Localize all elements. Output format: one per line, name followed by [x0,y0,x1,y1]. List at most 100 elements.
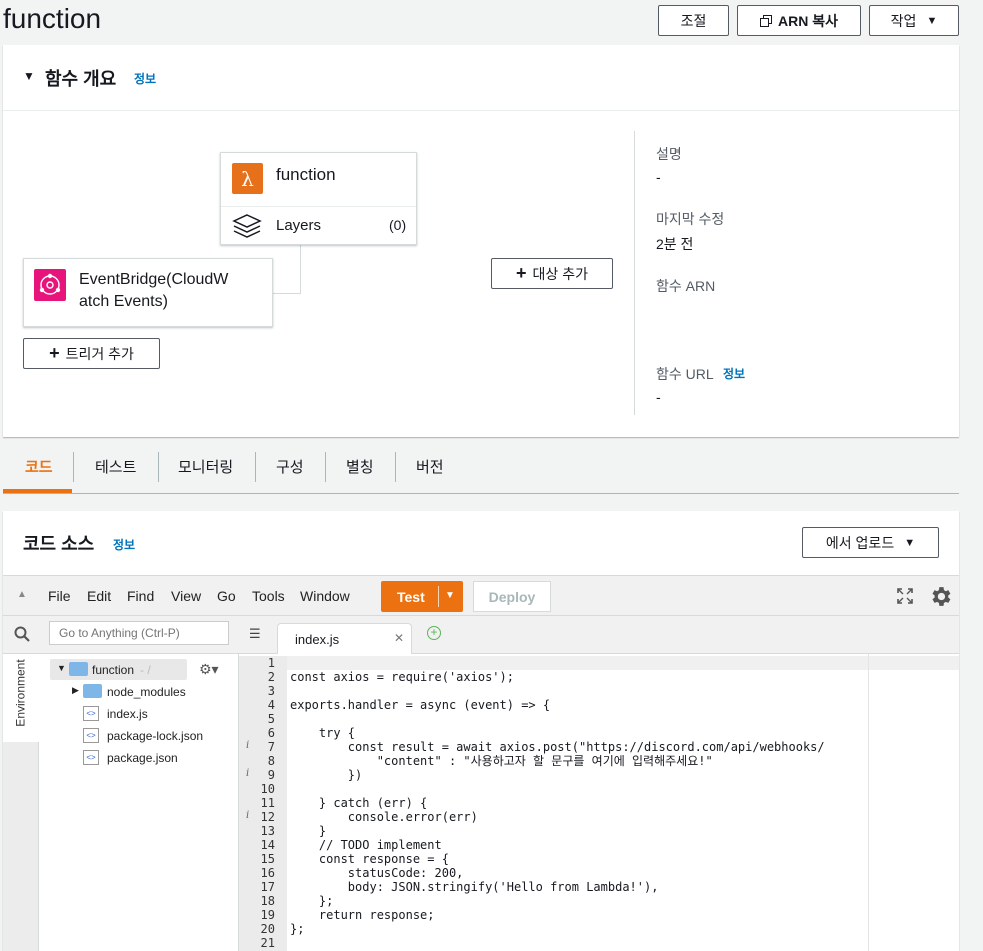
line-number: 13 [260,824,275,838]
close-icon[interactable]: ✕ [394,631,404,645]
collapse-caret-icon[interactable]: ▶ [72,685,79,696]
trigger-name: EventBridge(CloudW atch Events) [79,269,228,313]
line-number: 2 [267,670,275,684]
tree-item-package-json[interactable]: package.json [107,751,178,765]
info-marker-icon[interactable]: i [246,768,249,779]
environment-tab[interactable]: Environment [3,654,39,742]
function-overview-panel: ▼ 함수 개요 정보 설명 - 마지막 수정 2분 전 함수 ARN 함수 UR… [3,45,959,437]
tab-aliases[interactable]: 별칭 [346,456,374,477]
tab-test[interactable]: 테스트 [95,456,136,477]
test-label: Test [397,589,425,605]
menu-edit[interactable]: Edit [87,588,111,604]
menu-file[interactable]: File [48,588,71,604]
caret-down-icon: ▼ [904,536,916,549]
code-line: } catch (err) { [290,796,428,810]
menu-tools[interactable]: Tools [252,588,285,604]
code-line: body: JSON.stringify('Hello from Lambda!… [290,880,659,894]
folder-icon [69,662,88,676]
expand-caret-icon[interactable]: ▼ [57,663,66,673]
info-marker-icon[interactable]: i [246,810,249,821]
tree-settings-gear-icon[interactable]: ⚙▾ [199,661,219,678]
collapse-up-icon[interactable]: ▲ [17,589,27,600]
trigger-card-eventbridge[interactable]: EventBridge(CloudW atch Events) [23,258,273,327]
upload-from-button[interactable]: 에서 업로드 ▼ [802,527,939,558]
layers-count: (0) [389,217,407,233]
connector-line [300,245,301,293]
code-source-info-link[interactable]: 정보 [113,536,135,553]
trigger-name-line1: EventBridge(CloudW [79,271,229,288]
code-content[interactable]: const axios = require('axios'); exports.h… [290,656,865,950]
gear-icon[interactable] [928,584,953,609]
deploy-button[interactable]: Deploy [473,581,551,612]
last-modified-label: 마지막 수정 [656,211,725,227]
code-line: statusCode: 200, [290,866,464,880]
line-number: 4 [267,698,275,712]
editor-tab-index-js[interactable]: index.js ✕ [277,623,412,655]
function-url-info-link[interactable]: 정보 [723,365,745,382]
tab-list-icon[interactable]: ☰ [249,626,261,642]
code-editor-ide: ▲ File Edit Find View Go Tools Window Te… [3,575,959,951]
menu-view[interactable]: View [171,588,201,604]
environment-sidebar: Environment ▼ function - / ⚙▾ ▶ node_mod… [3,616,239,951]
environment-rail: Environment [3,654,39,951]
json-file-icon: <> [83,728,99,743]
tab-monitoring[interactable]: 모니터링 [178,456,233,477]
actions-button[interactable]: 작업 ▼ [869,5,959,36]
fullscreen-icon[interactable] [896,587,914,605]
upload-from-label: 에서 업로드 [825,534,895,551]
actions-label: 작업 [890,12,917,29]
tree-root-label[interactable]: function [92,663,134,677]
editor-tab-label: index.js [295,632,340,647]
description-value: - [656,169,661,185]
copy-arn-label: ARN 복사 [778,12,838,29]
code-line: }) [290,768,363,782]
tab-configuration[interactable]: 구성 [276,456,304,477]
line-number: 1 [267,656,275,670]
deploy-label: Deploy [488,588,536,605]
test-button[interactable]: Test ▼ [381,581,463,612]
js-file-icon: <> [83,706,99,721]
menu-go[interactable]: Go [217,588,236,604]
throttle-button[interactable]: 조절 [658,5,729,36]
copy-arn-button[interactable]: ARN 복사 [737,5,861,36]
code-source-heading: 코드 소스 [23,534,95,554]
tree-item-package-lock-json[interactable]: package-lock.json [107,729,203,743]
line-number: 19 [260,908,275,922]
line-number: 9 [267,768,275,782]
test-dropdown-icon[interactable]: ▼ [445,590,455,601]
line-number: 15 [260,852,275,866]
menu-find[interactable]: Find [127,588,154,604]
editor-tabbar: ☰ index.js ✕ + [239,616,959,655]
go-to-anything-input[interactable] [49,621,229,645]
line-number: 3 [267,684,275,698]
tree-item-node-modules[interactable]: node_modules [107,685,186,699]
add-trigger-label: 트리거 추가 [65,345,134,362]
collapse-caret-icon[interactable]: ▼ [23,69,35,83]
active-tab-indicator [3,489,72,493]
tab-code[interactable]: 코드 [25,456,53,477]
add-trigger-button[interactable]: + 트리거 추가 [23,338,160,369]
code-line: const response = { [290,852,449,866]
code-line: // TODO implement [290,838,442,852]
add-destination-button[interactable]: + 대상 추가 [491,258,613,289]
environment-label: Environment [13,659,28,727]
line-number: 18 [260,894,275,908]
info-marker-icon[interactable]: i [246,740,249,751]
menu-window[interactable]: Window [300,588,350,604]
code-line: const result = await axios.post("https:/… [290,740,825,754]
function-card[interactable]: λ function Layers (0) [220,152,417,245]
tab-versions[interactable]: 버전 [416,456,444,477]
tab-separator [395,452,396,482]
tree-item-index-js[interactable]: index.js [107,707,148,721]
line-number: 20 [260,922,275,936]
overview-info-link[interactable]: 정보 [134,70,156,87]
code-line: exports.handler = async (event) => { [290,698,551,712]
new-tab-plus-icon[interactable]: + [427,626,441,640]
code-line: try { [290,726,356,740]
caret-down-icon: ▼ [926,14,938,27]
